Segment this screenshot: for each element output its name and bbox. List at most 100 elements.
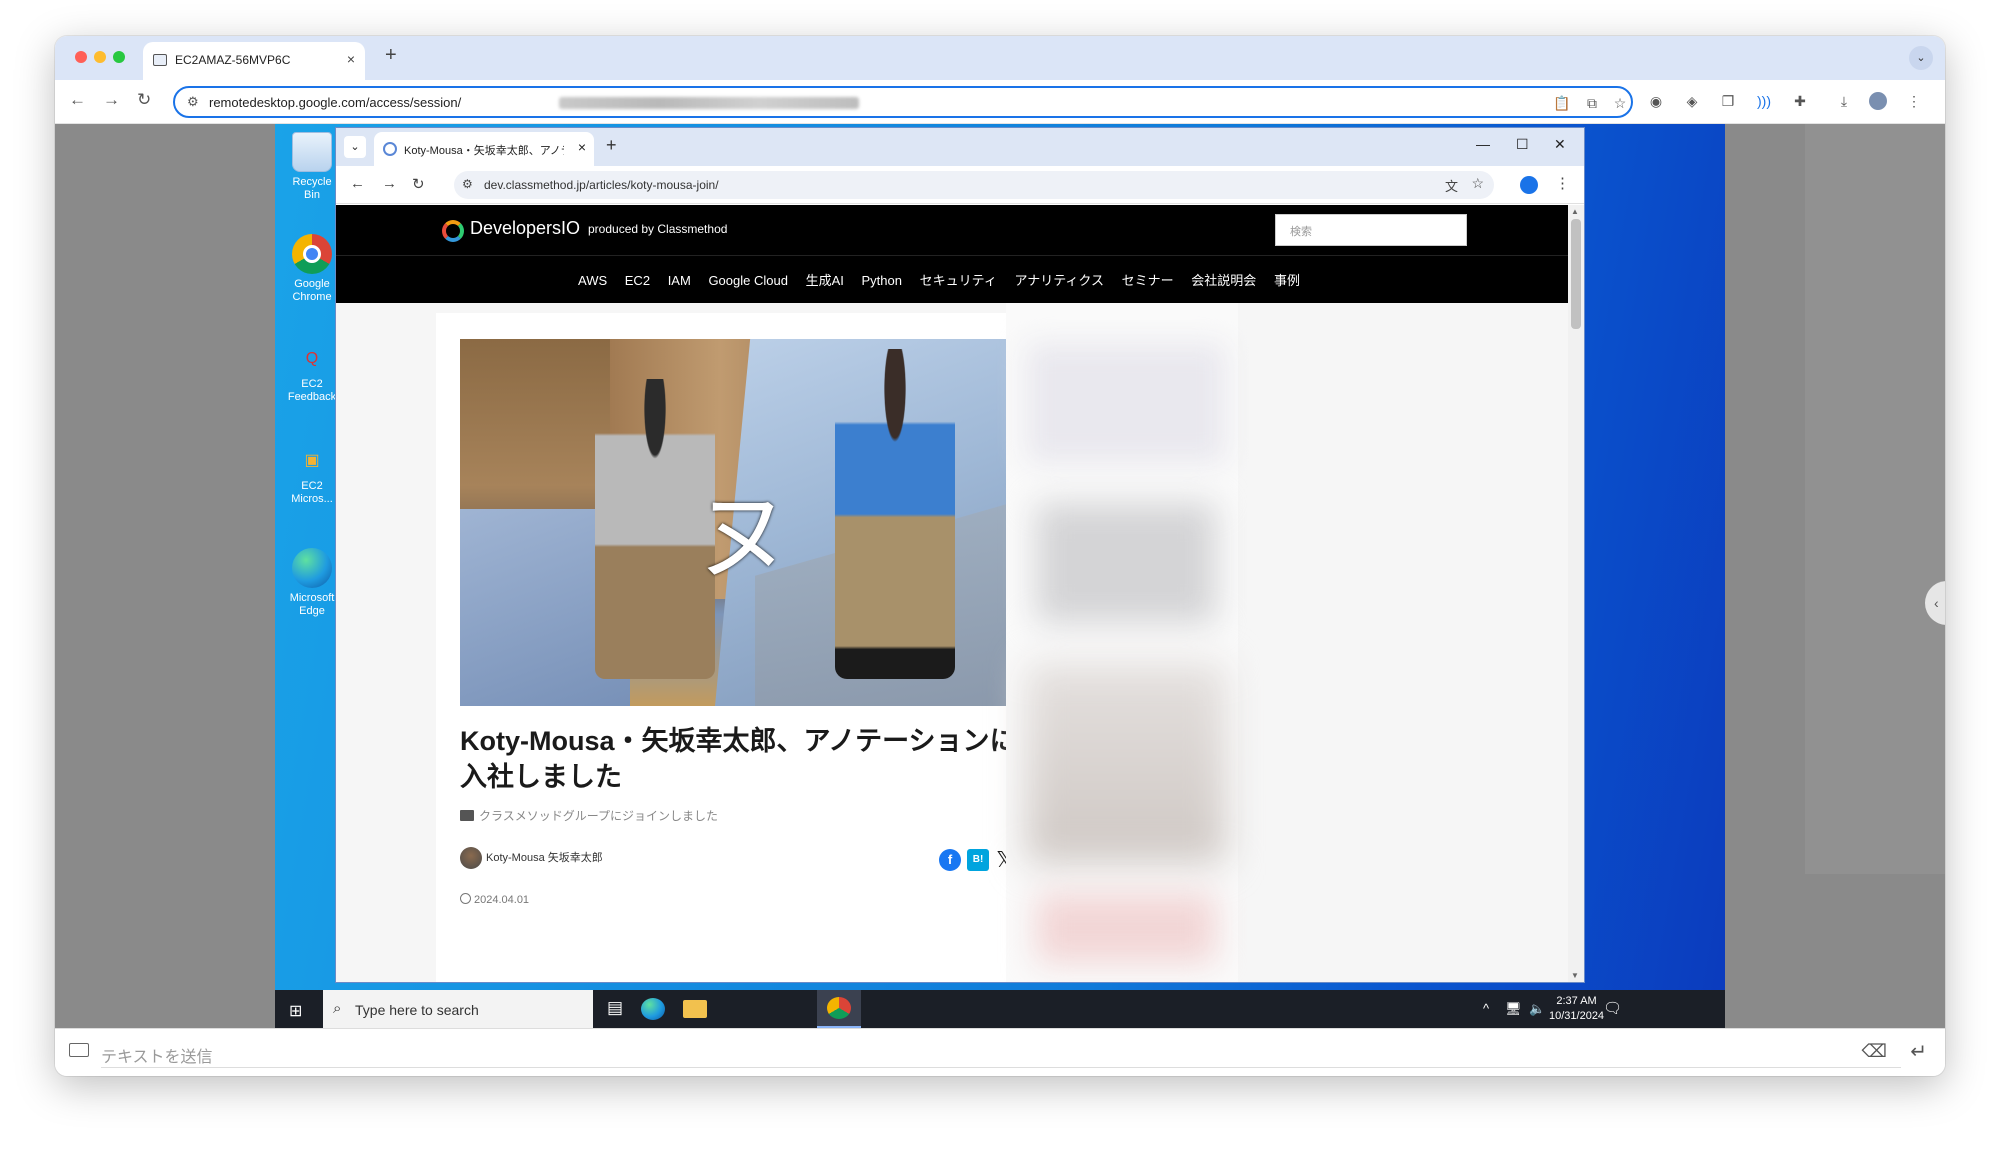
folder-icon	[460, 810, 474, 821]
zoom-window-button[interactable]	[113, 51, 125, 63]
tab-search-button[interactable]: ⌄	[344, 136, 366, 158]
close-tab-icon[interactable]: ×	[347, 51, 355, 67]
chrome-icon	[292, 234, 332, 274]
windows-start-icon[interactable]: ⊞	[289, 1001, 302, 1021]
edge-taskbar-icon[interactable]	[641, 998, 665, 1020]
send-text-input[interactable]: テキストを送信	[101, 1043, 213, 1067]
article-title: Koty-Mousa・矢坂幸太郎、アノテーションに入社しました	[460, 726, 1017, 792]
outer-tab-remote-session[interactable]: EC2AMAZ-56MVP6C ×	[143, 42, 365, 80]
desktop-icon-label: Microsoft Edge	[289, 592, 335, 617]
extension-icon-1[interactable]: ◉	[1647, 92, 1665, 110]
hatena-bookmark-icon[interactable]: B!	[967, 849, 989, 871]
chrome-menu-icon[interactable]: ⋮	[1905, 92, 1923, 110]
new-tab-button[interactable]: +	[606, 135, 617, 156]
forward-icon[interactable]: →	[103, 90, 120, 110]
nav-item-python[interactable]: Python	[861, 273, 901, 288]
forward-icon[interactable]: →	[382, 175, 397, 192]
taskbar-search-box[interactable]: ⌕ Type here to search	[323, 990, 593, 1028]
remote-desktop-icon	[153, 54, 167, 66]
clipboard-icon[interactable]: 📋	[1553, 94, 1571, 112]
chrome-menu-icon[interactable]: ⋮	[1555, 174, 1570, 192]
article-hero-image: ヌ	[460, 339, 1008, 706]
nav-item-ec2[interactable]: EC2	[625, 273, 650, 288]
chrome-taskbar-button[interactable]	[817, 990, 861, 1028]
site-header: DevelopersIO produced by Classmethod 検索	[336, 205, 1568, 255]
translate-icon[interactable]: 文	[1445, 176, 1458, 195]
nav-item-company-briefing[interactable]: 会社説明会	[1191, 273, 1256, 288]
nav-item-analytics[interactable]: アナリティクス	[1014, 273, 1104, 288]
taskbar-clock[interactable]: 2:37 AM 10/31/2024	[1549, 994, 1604, 1024]
reload-icon[interactable]: ↻	[137, 90, 151, 110]
nav-item-security[interactable]: セキュリティ	[920, 273, 997, 288]
address-bar[interactable]: ⚙ remotedesktop.google.com/access/sessio…	[173, 86, 1633, 118]
article-date: 2024.04.01	[460, 893, 529, 906]
hero-overlay-glyph: ヌ	[695, 481, 791, 593]
scrollbar-thumb[interactable]	[1571, 219, 1581, 329]
inner-tab-article[interactable]: Koty-Mousa・矢坂幸太郎、アノテ ×	[374, 132, 594, 166]
article-author[interactable]: Koty-Mousa 矢坂幸太郎	[460, 847, 603, 869]
logo-text: DevelopersIO	[470, 218, 581, 238]
nav-item-google-cloud[interactable]: Google Cloud	[708, 273, 788, 288]
inner-tab-title: Koty-Mousa・矢坂幸太郎、アノテ	[404, 145, 564, 157]
nav-item-iam[interactable]: IAM	[668, 273, 691, 288]
author-name: Koty-Mousa 矢坂幸太郎	[486, 851, 603, 864]
remote-desktop-viewport[interactable]: ‹ Recycle Bin Google Chrome Q EC2 Feedba…	[55, 124, 1945, 1028]
close-tab-icon[interactable]: ×	[578, 139, 586, 155]
site-info-icon[interactable]: ⚙	[462, 177, 473, 191]
bookmark-star-icon[interactable]: ☆	[1471, 175, 1484, 192]
close-window-button[interactable]	[75, 51, 87, 63]
nav-item-case-studies[interactable]: 事例	[1274, 273, 1300, 288]
site-favicon-icon	[383, 142, 397, 156]
nav-item-aws[interactable]: AWS	[578, 273, 607, 288]
article-category[interactable]: クラスメソッドグループにジョインしました	[460, 807, 718, 824]
file-explorer-icon[interactable]	[683, 1000, 707, 1018]
page-scrollbar[interactable]: ▲ ▼	[1568, 205, 1584, 982]
bookmark-star-icon[interactable]: ☆	[1611, 94, 1629, 112]
back-icon[interactable]: ←	[350, 175, 365, 192]
minimize-icon[interactable]: —	[1476, 136, 1490, 152]
nav-item-seminar[interactable]: セミナー	[1122, 273, 1174, 288]
reload-icon[interactable]: ↻	[412, 175, 425, 193]
keyboard-icon[interactable]	[69, 1043, 89, 1057]
windows-desktop[interactable]: Recycle Bin Google Chrome Q EC2 Feedback…	[275, 124, 1725, 1028]
profile-avatar[interactable]	[1869, 92, 1887, 110]
volume-icon[interactable]: 🔈	[1529, 1001, 1545, 1017]
scroll-up-icon[interactable]: ▲	[1571, 207, 1579, 216]
tab-search-button[interactable]: ⌄	[1909, 46, 1933, 70]
facebook-share-icon[interactable]: f	[939, 849, 961, 871]
address-bar[interactable]: ⚙ dev.classmethod.jp/articles/koty-mousa…	[454, 171, 1494, 199]
web-page: DevelopersIO produced by Classmethod 検索 …	[336, 205, 1568, 982]
new-tab-button[interactable]: +	[385, 44, 397, 67]
maximize-icon[interactable]: ☐	[1516, 136, 1529, 153]
desktop-icon-ec2-feedback[interactable]: Q EC2 Feedback	[283, 351, 341, 404]
nav-item-generative-ai[interactable]: 生成AI	[806, 273, 844, 288]
desktop-icon-microsoft-edge[interactable]: Microsoft Edge	[283, 548, 341, 618]
task-view-icon[interactable]: ▤	[603, 998, 627, 1020]
extension-icon-3[interactable]: ❐	[1719, 92, 1737, 110]
download-icon[interactable]: ⤓	[1835, 92, 1853, 110]
show-hidden-icons-icon[interactable]: ^	[1483, 1001, 1489, 1016]
developersio-logo-icon	[442, 220, 464, 242]
back-icon[interactable]: ←	[69, 90, 86, 110]
network-icon[interactable]: 🖥	[1505, 1001, 1522, 1017]
scroll-down-icon[interactable]: ▼	[1571, 971, 1579, 980]
notification-icon[interactable]: 🗨	[1603, 999, 1622, 1017]
minimize-window-button[interactable]	[94, 51, 106, 63]
extension-icon-4[interactable]: )))	[1755, 92, 1773, 110]
enter-icon[interactable]: ↵	[1910, 1039, 1927, 1064]
desktop-icon-recycle-bin[interactable]: Recycle Bin	[283, 132, 341, 202]
desktop-icon-google-chrome[interactable]: Google Chrome	[283, 234, 341, 304]
recycle-bin-icon	[292, 132, 332, 172]
extension-icon-2[interactable]: ◈	[1683, 92, 1701, 110]
backspace-icon[interactable]: ⌫	[1862, 1041, 1887, 1062]
close-window-icon[interactable]: ✕	[1554, 136, 1566, 153]
extensions-puzzle-icon[interactable]: ✚	[1791, 92, 1809, 110]
desktop-icon-label: Recycle Bin	[292, 176, 332, 201]
desktop-icon-ec2-micros[interactable]: ▣ EC2 Micros...	[283, 452, 341, 506]
site-info-icon[interactable]: ⚙	[187, 94, 199, 110]
site-search-input[interactable]: 検索	[1275, 214, 1467, 246]
profile-icon[interactable]	[1520, 176, 1538, 194]
cast-icon[interactable]: ⧉	[1583, 94, 1601, 112]
package-icon: ▣	[304, 452, 320, 469]
inner-toolbar: ← → ↻ ⚙ dev.classmethod.jp/articles/koty…	[336, 166, 1584, 204]
